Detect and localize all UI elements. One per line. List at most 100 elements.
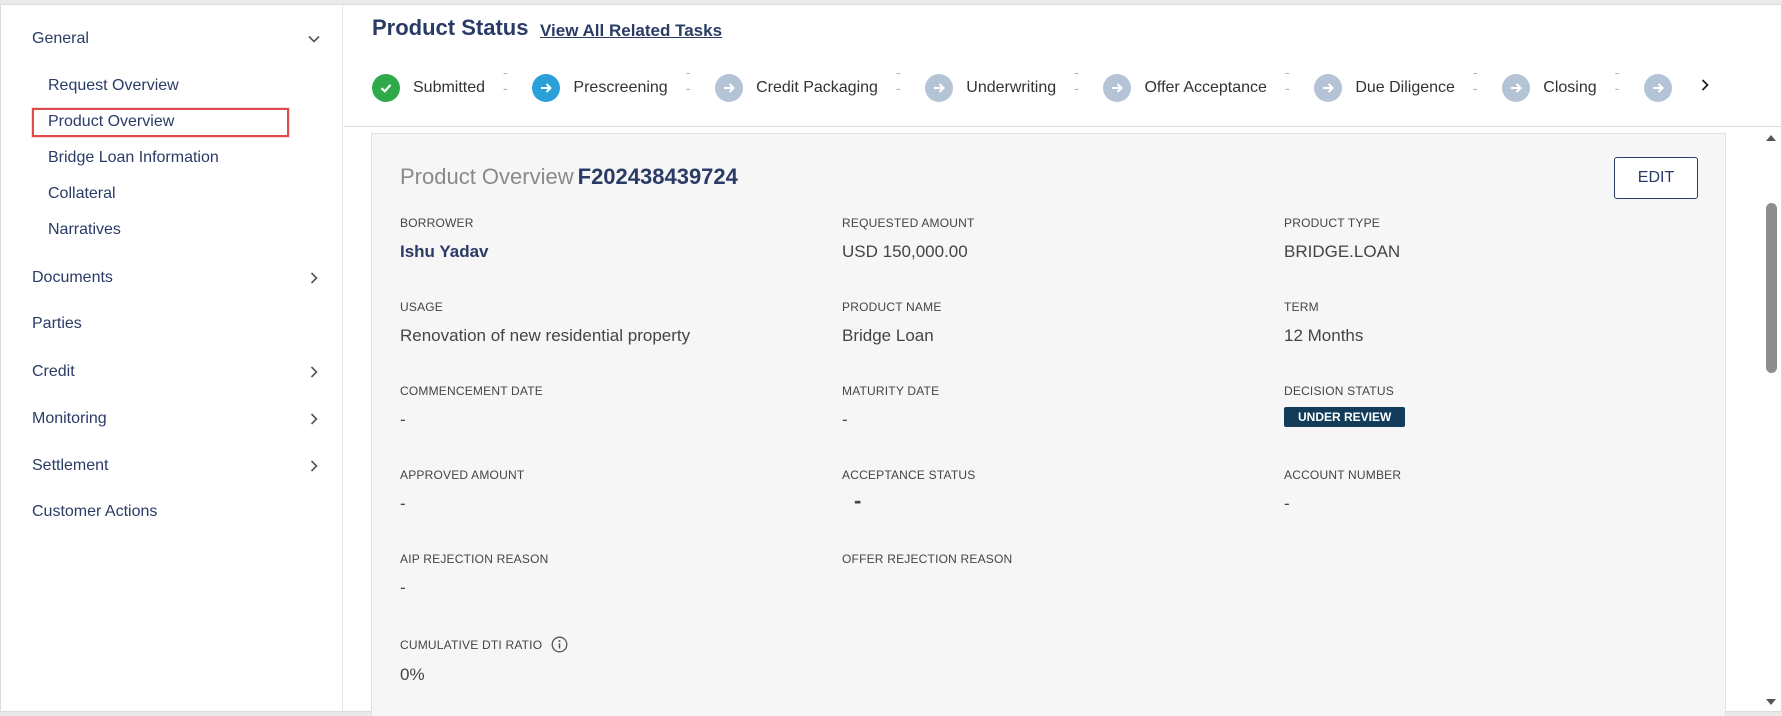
step-next-partial[interactable]: [1644, 74, 1672, 102]
sidebar-item-product-overview[interactable]: Product Overview: [48, 113, 174, 131]
scrollbar-thumb[interactable]: [1766, 203, 1777, 373]
arrow-right-icon: [1103, 74, 1132, 102]
nav-group-label: Documents: [32, 269, 113, 286]
field-product-type: PRODUCT TYPE BRIDGE.LOAN: [1284, 216, 1704, 262]
field-approved-amount: APPROVED AMOUNT -: [400, 468, 820, 514]
arrow-right-icon: [532, 74, 561, 102]
sidebar-item-label: Bridge Loan Information: [48, 149, 219, 166]
stepper-next-button[interactable]: [1693, 75, 1717, 99]
status-stepper: Submitted --- Prescreening --- Credit Pa…: [372, 73, 1672, 103]
nav-group-documents[interactable]: Documents: [32, 268, 324, 288]
step-label: Underwriting: [966, 79, 1057, 96]
field-value: 0%: [400, 665, 425, 684]
sidebar-item-narratives[interactable]: Narratives: [48, 221, 121, 239]
chevron-down-icon: [304, 29, 324, 49]
field-label: PRODUCT TYPE: [1284, 216, 1380, 230]
step-label: Offer Acceptance: [1144, 79, 1267, 96]
sidebar-item-bridge-loan-information[interactable]: Bridge Loan Information: [48, 149, 219, 167]
field-label: COMMENCEMENT DATE: [400, 384, 543, 398]
card-title-text: Product Overview: [400, 164, 574, 189]
step-label: Due Diligence: [1355, 79, 1455, 96]
field-product-name: PRODUCT NAME Bridge Loan: [842, 300, 1262, 346]
step-label: Submitted: [413, 79, 486, 96]
scroll-down-arrow-icon[interactable]: [1765, 695, 1777, 707]
field-commencement-date: COMMENCEMENT DATE -: [400, 384, 820, 430]
arrow-right-icon: [1314, 74, 1343, 102]
arrow-right-icon: [715, 74, 744, 102]
arrow-right-icon: [1502, 74, 1531, 102]
step-offer-acceptance[interactable]: Offer Acceptance: [1103, 74, 1267, 102]
field-value: USD 150,000.00: [842, 242, 968, 261]
product-reference: F202438439724: [577, 164, 738, 189]
field-value: -: [400, 494, 406, 513]
step-separator: ---: [1074, 73, 1081, 103]
step-separator: ---: [685, 73, 693, 103]
main-panel: Product Status View All Related Tasks Su…: [344, 5, 1781, 716]
field-borrower: BORROWER Ishu Yadav: [400, 216, 820, 262]
app-frame: General Request Overview Product Overvie…: [0, 4, 1782, 716]
status-badge: UNDER REVIEW: [1284, 407, 1406, 427]
chevron-right-icon: [304, 456, 324, 476]
field-decision-status: DECISION STATUS UNDER REVIEW: [1284, 384, 1704, 427]
nav-group-monitoring[interactable]: Monitoring: [32, 409, 324, 429]
edit-button[interactable]: EDIT: [1614, 157, 1698, 199]
nav-group-label: Settlement: [32, 457, 109, 474]
nav-group-customer-actions[interactable]: Customer Actions: [32, 503, 324, 521]
nav-group-settlement[interactable]: Settlement: [32, 456, 324, 476]
sidebar-item-request-overview[interactable]: Request Overview: [48, 77, 179, 95]
field-usage: USAGE Renovation of new residential prop…: [400, 300, 820, 346]
step-separator: ---: [503, 73, 510, 103]
field-value: Renovation of new residential property: [400, 326, 691, 345]
step-label: Prescreening: [573, 79, 668, 96]
nav-group-parties[interactable]: Parties: [32, 315, 324, 333]
field-value: 12 Months: [1284, 326, 1364, 345]
field-label: DECISION STATUS: [1284, 384, 1394, 398]
field-term: TERM 12 Months: [1284, 300, 1704, 346]
step-label: Credit Packaging: [756, 79, 878, 96]
borrower-link[interactable]: Ishu Yadav: [400, 242, 820, 262]
nav-group-general[interactable]: General: [32, 29, 324, 49]
chevron-right-icon: [304, 409, 324, 429]
nav-group-label: Parties: [32, 315, 82, 332]
field-label: TERM: [1284, 300, 1319, 314]
sidebar-item-label: Request Overview: [48, 77, 179, 94]
nav-group-label: Customer Actions: [32, 503, 158, 520]
step-submitted[interactable]: Submitted: [372, 74, 485, 102]
field-cumulative-dti-ratio: CUMULATIVE DTI RATIO 0%: [400, 636, 820, 685]
nav-group-credit[interactable]: Credit: [32, 362, 324, 382]
field-offer-rejection-reason: OFFER REJECTION REASON: [842, 552, 1262, 578]
step-separator: ---: [1284, 73, 1292, 103]
field-label: PRODUCT NAME: [842, 300, 942, 314]
field-value: BRIDGE.LOAN: [1284, 242, 1401, 261]
step-credit-packaging[interactable]: Credit Packaging: [715, 74, 878, 102]
field-label: USAGE: [400, 300, 444, 314]
field-acceptance-status: ACCEPTANCE STATUS -: [842, 468, 1262, 514]
step-closing[interactable]: Closing: [1502, 74, 1597, 102]
step-underwriting[interactable]: Underwriting: [925, 74, 1056, 102]
field-label: BORROWER: [400, 216, 474, 230]
field-label: CUMULATIVE DTI RATIO: [400, 636, 820, 653]
sidebar-item-collateral[interactable]: Collateral: [48, 185, 116, 203]
field-label: APPROVED AMOUNT: [400, 468, 525, 482]
product-overview-card: Product Overview F202438439724 EDIT BORRO…: [371, 133, 1726, 716]
step-separator: ---: [1472, 73, 1480, 103]
page-title: Product Status: [372, 15, 529, 40]
step-due-diligence[interactable]: Due Diligence: [1314, 74, 1455, 102]
field-label: REQUESTED AMOUNT: [842, 216, 975, 230]
sidebar-item-label: Collateral: [48, 185, 116, 202]
arrow-right-icon: [1644, 74, 1672, 102]
step-label: Closing: [1543, 79, 1597, 96]
field-value: -: [400, 578, 406, 597]
info-icon[interactable]: [551, 636, 568, 653]
nav-group-label: Credit: [32, 363, 75, 380]
step-separator: ---: [895, 73, 903, 103]
arrow-right-icon: [925, 74, 954, 102]
field-label: ACCOUNT NUMBER: [1284, 468, 1402, 482]
check-icon: [372, 74, 400, 102]
view-related-tasks-link[interactable]: View All Related Tasks: [540, 21, 722, 41]
vertical-scrollbar[interactable]: [1761, 131, 1781, 711]
step-prescreening[interactable]: Prescreening: [532, 74, 668, 102]
scroll-up-arrow-icon[interactable]: [1765, 131, 1777, 143]
field-label: ACCEPTANCE STATUS: [842, 468, 976, 482]
chevron-right-icon: [304, 268, 324, 288]
